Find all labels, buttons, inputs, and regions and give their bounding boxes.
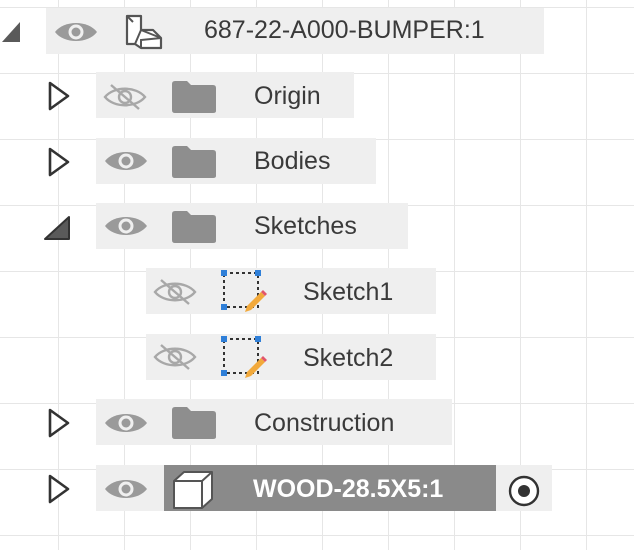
active-component-label: WOOD-28.5X5:1 — [253, 475, 444, 503]
eye-icon[interactable] — [102, 409, 150, 437]
folder-icon — [172, 81, 216, 113]
collapse-triangle-icon[interactable] — [42, 214, 72, 242]
component-icon — [125, 14, 163, 50]
tree-item-label: Bodies — [254, 147, 331, 175]
sketch-icon — [221, 336, 267, 378]
tree-item-label: Sketches — [254, 212, 357, 240]
expand-triangle-icon[interactable] — [46, 473, 72, 505]
eye-icon[interactable] — [52, 18, 100, 46]
activate-radio-icon[interactable] — [507, 474, 541, 508]
body-box-icon — [173, 471, 213, 509]
tree-item-label: Sketch2 — [303, 344, 394, 372]
tree-item-label: Sketch1 — [303, 278, 394, 306]
expand-triangle-icon[interactable] — [46, 146, 72, 178]
tree-root-label: 687-22-A000-BUMPER:1 — [204, 16, 485, 44]
tree-item-label: Construction — [254, 409, 395, 437]
eye-hidden-icon[interactable] — [151, 277, 199, 307]
expand-triangle-icon[interactable] — [46, 407, 72, 439]
folder-icon — [172, 211, 216, 243]
tree-item-label: Origin — [254, 82, 321, 110]
eye-hidden-icon[interactable] — [101, 82, 149, 112]
eye-icon[interactable] — [102, 212, 150, 240]
folder-icon — [172, 146, 216, 178]
sketch-icon — [221, 270, 267, 312]
eye-icon[interactable] — [102, 475, 150, 503]
expand-triangle-icon[interactable] — [46, 80, 72, 112]
collapse-triangle-icon[interactable] — [0, 20, 22, 44]
eye-icon[interactable] — [102, 147, 150, 175]
folder-icon — [172, 407, 216, 439]
eye-hidden-icon[interactable] — [151, 342, 199, 372]
